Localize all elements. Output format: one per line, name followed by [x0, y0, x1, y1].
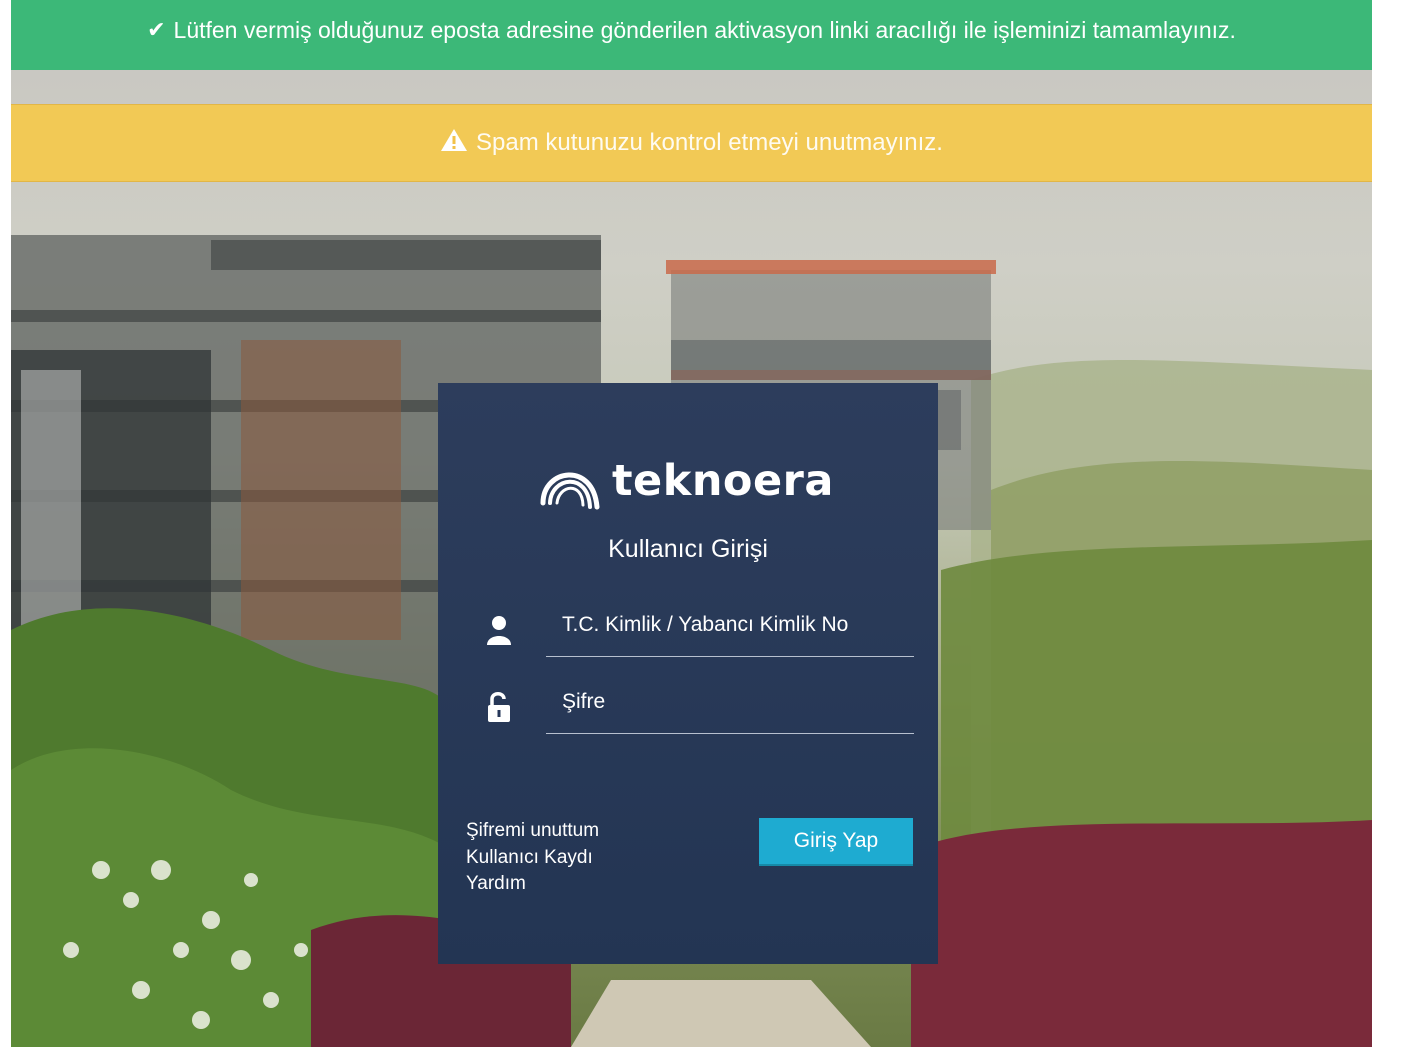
login-card: teknoera Kullanıcı Girişi T.C. Kimlik / … [438, 383, 938, 964]
password-field-row [484, 678, 914, 734]
warning-alert: Spam kutunuzu kontrol etmeyi unutmayınız… [11, 104, 1372, 182]
login-button[interactable]: Giriş Yap [759, 818, 913, 864]
user-icon [484, 613, 514, 649]
forgot-password-link[interactable]: Şifremi unuttum [466, 818, 599, 845]
success-alert-text: Lütfen vermiş olduğunuz eposta adresine … [173, 16, 1236, 43]
register-link[interactable]: Kullanıcı Kaydı [466, 845, 599, 872]
login-title: Kullanıcı Girişi [608, 535, 768, 563]
teknoera-arc-logo-icon [540, 472, 600, 510]
brand-logo: teknoera [538, 447, 834, 515]
help-link[interactable]: Yardım [466, 871, 599, 898]
page: ✔ Lütfen vermiş olduğunuz eposta adresin… [11, 0, 1372, 1047]
unlock-icon [484, 690, 514, 726]
success-alert: ✔ Lütfen vermiş olduğunuz eposta adresin… [11, 0, 1372, 70]
warning-triangle-icon [440, 128, 468, 159]
auth-links: Şifremi unuttum Kullanıcı Kaydı Yardım [466, 818, 599, 898]
password-input[interactable] [546, 678, 914, 734]
check-icon: ✔ [147, 17, 166, 42]
warning-alert-text: Spam kutunuzu kontrol etmeyi unutmayınız… [476, 129, 943, 156]
id-number-input[interactable] [546, 601, 914, 657]
brand-name: teknoera [612, 456, 834, 506]
id-field-row [484, 601, 914, 657]
